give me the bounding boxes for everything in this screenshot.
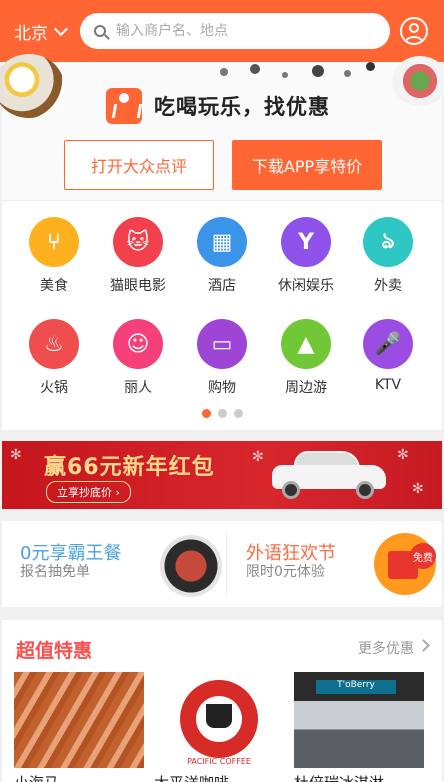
category-label: 火锅 — [40, 380, 68, 396]
category-label: 猫眼电影 — [110, 278, 166, 294]
chevron-down-icon — [53, 21, 69, 36]
shrimp-image — [14, 672, 144, 768]
category-label: 酒店 — [208, 278, 236, 294]
deal-name: 小海马 — [14, 772, 146, 782]
deal-item[interactable]: PACIFIC COFFEE 太平洋咖啡 — [154, 672, 286, 782]
shopping-bag-icon: ▭ — [197, 319, 247, 369]
category-label: 购物 — [208, 380, 236, 396]
divider — [226, 531, 227, 597]
microphone-icon: 🎤 — [363, 319, 413, 369]
mountain-icon: ▲ — [281, 319, 331, 369]
deal-name: 太平洋咖啡 — [154, 772, 286, 782]
category-3[interactable]: ▦ 酒店 — [182, 217, 262, 295]
cocktail-icon: Y — [281, 217, 331, 267]
search-bar[interactable] — [80, 13, 390, 49]
ice-cream-shop-image: T'oBerry — [294, 672, 424, 768]
pacific-coffee-logo-image: PACIFIC COFFEE — [154, 672, 284, 768]
search-input[interactable] — [116, 23, 366, 39]
category-grid: ⑂ 美食 🐱 猫眼电影 ▦ 酒店 Y 休闲娱乐 ঌ 外卖 ♨ 火锅 ☺ 丽人 ▭ 购物 ▲ 周边游 🎤 KTV — [2, 200, 442, 430]
more-deals-link[interactable]: 更多优惠 — [358, 638, 414, 658]
building-icon: ▦ — [197, 217, 247, 267]
food-plate-image — [160, 535, 222, 597]
deal-item[interactable]: 小海马 — [14, 672, 146, 782]
category-label: 美食 — [40, 278, 68, 294]
decor-dots — [212, 62, 382, 86]
page-dot[interactable] — [217, 409, 227, 418]
category-label: 外卖 — [374, 278, 402, 294]
city-selector[interactable]: 北京 — [14, 19, 76, 44]
page-indicator — [2, 409, 442, 418]
user-icon[interactable] — [400, 17, 428, 45]
city-label: 北京 — [14, 23, 48, 44]
beauty-icon: ☺ — [113, 319, 163, 369]
food-plate-image — [392, 56, 444, 106]
fork-knife-icon: ⑂ — [29, 217, 79, 267]
top-bar: 北京 — [0, 0, 444, 62]
category-9[interactable]: ▲ 周边游 — [266, 319, 346, 397]
category-label: 周边游 — [285, 380, 327, 396]
app-promo-section: 吃喝玩乐，找优惠 打开大众点评 下载APP享特价 — [0, 54, 444, 200]
banner-headline: 赢66元新年红包 — [44, 455, 215, 480]
search-icon — [94, 25, 106, 37]
category-label: KTV — [374, 377, 402, 393]
hotpot-icon: ♨ — [29, 319, 79, 369]
scooter-icon: ঌ — [363, 217, 413, 267]
promo-cards: 0元享霸王餐 报名抽免单 外语狂欢节 限时0元体验 免费 — [2, 521, 442, 607]
category-2[interactable]: 🐱 猫眼电影 — [98, 217, 178, 295]
cat-icon: 🐱 — [113, 217, 163, 267]
free-badge: 免费 — [410, 543, 436, 569]
category-4[interactable]: Y 休闲娱乐 — [266, 217, 346, 295]
shop-sign: T'oBerry — [316, 680, 396, 694]
category-10[interactable]: 🎤 KTV — [348, 319, 428, 393]
food-plate-image — [0, 54, 64, 118]
category-8[interactable]: ▭ 购物 — [182, 319, 262, 397]
car-image — [272, 447, 392, 503]
free-meal-subtitle: 报名抽免单 — [20, 564, 90, 580]
coffee-logo-text: PACIFIC COFFEE — [187, 757, 251, 766]
page-dot[interactable] — [233, 409, 243, 418]
page-dot[interactable] — [201, 409, 211, 418]
category-1[interactable]: ⑂ 美食 — [14, 217, 94, 295]
banner-cta[interactable]: 立享抄底价 › — [46, 481, 131, 503]
deals-section: 超值特惠 更多优惠 小海马 PACIFIC COFFEE 太平洋咖啡 T'oBe… — [2, 620, 442, 782]
deal-item[interactable]: T'oBerry 杜倍瑞冰淇淋 — [294, 672, 426, 782]
gift-box-icon: 免费 — [374, 533, 436, 595]
category-label: 丽人 — [124, 380, 152, 396]
slogan: 吃喝玩乐，找优惠 — [154, 95, 330, 119]
category-6[interactable]: ♨ 火锅 — [14, 319, 94, 397]
download-app-button[interactable]: 下载APP享特价 — [232, 140, 382, 190]
new-year-banner[interactable]: ✻ ✻ ✻ ✻ 赢66元新年红包 立享抄底价 › — [2, 441, 442, 509]
category-label: 休闲娱乐 — [278, 278, 334, 294]
open-app-button[interactable]: 打开大众点评 — [64, 140, 214, 190]
category-7[interactable]: ☺ 丽人 — [98, 319, 178, 397]
category-5[interactable]: ঌ 外卖 — [348, 217, 428, 295]
dianping-logo-icon — [106, 88, 142, 124]
language-carnival-subtitle: 限时0元体验 — [246, 564, 325, 580]
deal-name: 杜倍瑞冰淇淋 — [294, 772, 426, 782]
chevron-right-icon[interactable] — [417, 639, 430, 652]
deals-title: 超值特惠 — [16, 640, 93, 662]
